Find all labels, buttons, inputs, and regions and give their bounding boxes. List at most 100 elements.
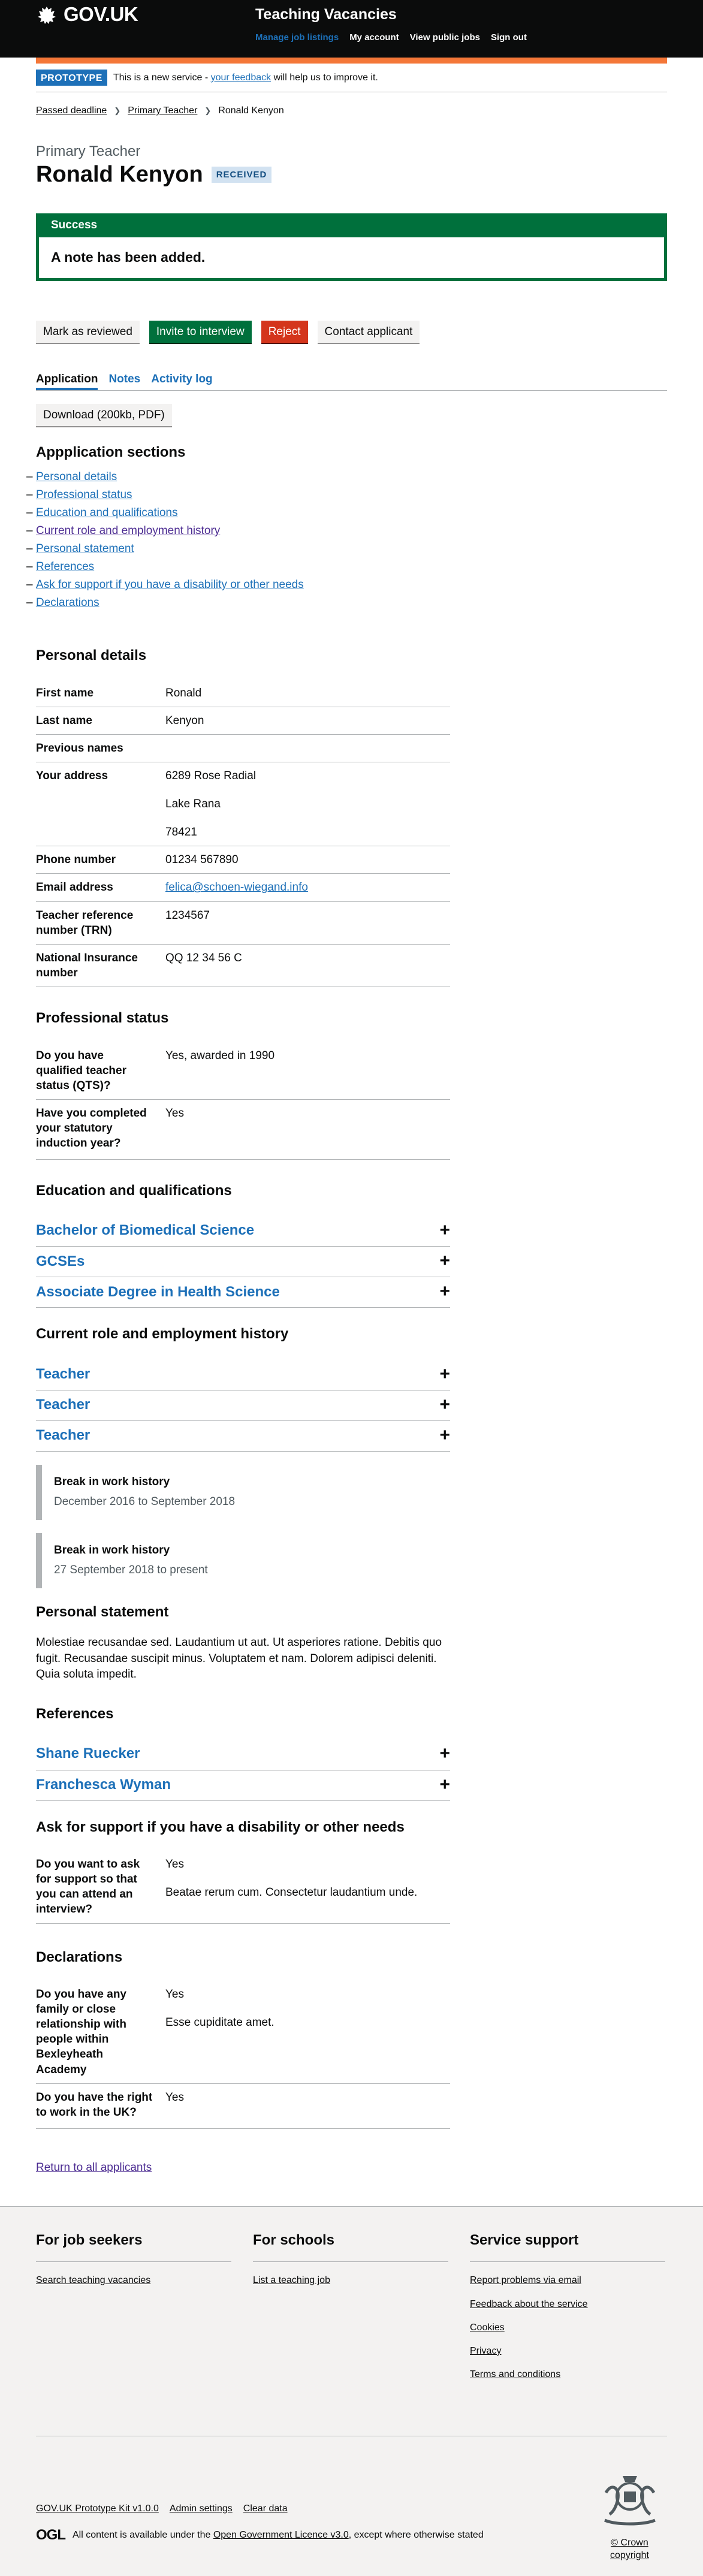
table-row: Your address 6289 Rose Radial Lake Rana … xyxy=(36,762,450,847)
list-item: Personal statement xyxy=(26,541,667,556)
accordion-title[interactable]: Teacher xyxy=(36,1395,90,1414)
previous-names-value xyxy=(165,741,450,756)
plus-icon[interactable]: + xyxy=(439,1252,450,1270)
accordion-section[interactable]: Shane Ruecker + xyxy=(36,1739,450,1770)
phone-value: 01234 567890 xyxy=(165,853,239,867)
table-row: Last name Kenyon xyxy=(36,707,450,735)
accordion-title[interactable]: Bachelor of Biomedical Science xyxy=(36,1221,254,1240)
govuk-logo[interactable]: GOV.UK xyxy=(36,1,138,28)
site-footer: For job seekers Search teaching vacancie… xyxy=(0,2206,703,2576)
break-dates: December 2016 to September 2018 xyxy=(54,1495,236,1509)
list-item: Professional status xyxy=(26,487,667,502)
plus-icon[interactable]: + xyxy=(439,1396,450,1414)
break-dates: 27 September 2018 to present xyxy=(54,1564,208,1577)
personal-details-heading: Personal details xyxy=(36,647,147,664)
address-line-2: Lake Rana xyxy=(165,798,221,811)
clear-data-link[interactable]: Clear data xyxy=(243,2502,288,2515)
invite-to-interview-button[interactable]: Invite to interview xyxy=(149,320,252,343)
trn-label: Teacher reference number (TRN) xyxy=(36,909,134,937)
accordion-title[interactable]: Associate Degree in Health Science xyxy=(36,1283,280,1302)
tab-application[interactable]: Application xyxy=(36,372,98,390)
education-heading: Education and qualifications xyxy=(36,1182,232,1199)
plus-icon[interactable]: + xyxy=(439,1283,450,1301)
footer-link[interactable]: List a teaching job xyxy=(253,2275,330,2285)
personal-statement-heading: Personal statement xyxy=(36,1604,169,1621)
trn-value: 1234567 xyxy=(165,909,210,922)
accordion-section[interactable]: Teacher + xyxy=(36,1390,450,1420)
section-link-professional-status[interactable]: Professional status xyxy=(36,488,132,501)
crown-copyright-link[interactable]: © Crown copyright xyxy=(592,2536,667,2562)
list-item: Declarations xyxy=(26,595,667,610)
footer-link[interactable]: Privacy xyxy=(470,2346,501,2356)
accordion-title[interactable]: Shane Ruecker xyxy=(36,1744,140,1763)
nav-view-public-jobs[interactable]: View public jobs xyxy=(410,32,480,44)
section-link-declarations[interactable]: Declarations xyxy=(36,596,99,609)
accordion-section[interactable]: GCSEs + xyxy=(36,1246,450,1277)
accordion-section[interactable]: Associate Degree in Health Science + xyxy=(36,1277,450,1307)
breadcrumb-primary-teacher[interactable]: Primary Teacher xyxy=(128,104,197,117)
footer-link[interactable]: Terms and conditions xyxy=(470,2369,560,2379)
table-row: National Insurance number QQ 12 34 56 C xyxy=(36,945,450,987)
service-name[interactable]: Teaching Vacancies xyxy=(255,5,397,25)
download-pdf-button[interactable]: Download (200kb, PDF) xyxy=(36,403,172,426)
section-link-personal-details[interactable]: Personal details xyxy=(36,470,117,483)
email-link[interactable]: felica@schoen-wiegand.info xyxy=(165,881,308,894)
tab-activity-log[interactable]: Activity log xyxy=(151,372,212,390)
section-link-references[interactable]: References xyxy=(36,560,94,573)
reject-button[interactable]: Reject xyxy=(261,320,308,343)
plus-icon[interactable]: + xyxy=(439,1426,450,1444)
address-value: 6289 Rose Radial Lake Rana 78421 xyxy=(165,768,450,840)
footer-link[interactable]: Search teaching vacancies xyxy=(36,2275,150,2285)
licence-text-before: All content is available under the xyxy=(73,2530,213,2541)
accordion-section[interactable]: Bachelor of Biomedical Science + xyxy=(36,1215,450,1246)
support-answer: Yes xyxy=(165,1858,184,1871)
crest-area: © Crown copyright xyxy=(592,2469,667,2562)
section-link-support[interactable]: Ask for support if you have a disability… xyxy=(36,578,304,591)
qts-label: Do you have qualified teacher status (QT… xyxy=(36,1049,126,1092)
breadcrumb-passed-deadline[interactable]: Passed deadline xyxy=(36,104,107,117)
tab-notes[interactable]: Notes xyxy=(108,372,140,390)
nav-sign-out[interactable]: Sign out xyxy=(491,32,527,44)
footer-link[interactable]: Feedback about the service xyxy=(470,2299,588,2309)
footer-link[interactable]: Cookies xyxy=(470,2322,505,2333)
section-link-personal-statement[interactable]: Personal statement xyxy=(36,542,134,555)
nav-my-account[interactable]: My account xyxy=(349,32,399,44)
footer-link[interactable]: Report problems via email xyxy=(470,2275,581,2285)
nav-manage-job-listings[interactable]: Manage job listings xyxy=(255,32,339,44)
plus-icon[interactable]: + xyxy=(439,1221,450,1239)
plus-icon[interactable]: + xyxy=(439,1775,450,1794)
accordion-section[interactable]: Teacher + xyxy=(36,1420,450,1451)
phase-text: This is a new service - your feedback wi… xyxy=(113,71,378,84)
phase-text-before: This is a new service - xyxy=(113,73,211,83)
email-label: Email address xyxy=(36,881,113,894)
break-title: Break in work history xyxy=(54,1476,170,1489)
prototype-kit-link[interactable]: GOV.UK Prototype Kit v1.0.0 xyxy=(36,2502,159,2515)
declaration-question-1: Do you have any family or close relation… xyxy=(36,1988,126,2076)
licence-link[interactable]: Open Government Licence v3.0 xyxy=(213,2530,349,2540)
section-link-education[interactable]: Education and qualifications xyxy=(36,506,178,519)
accordion-title[interactable]: Franchesca Wyman xyxy=(36,1775,171,1794)
footer-licence: OGL All content is available under the O… xyxy=(36,2526,667,2545)
last-name-value: Kenyon xyxy=(165,714,204,727)
contact-applicant-button[interactable]: Contact applicant xyxy=(317,320,420,343)
personal-statement-text: Molestiae recusandae sed. Laudantium ut … xyxy=(36,1636,442,1681)
accordion-section[interactable]: Franchesca Wyman + xyxy=(36,1769,450,1800)
table-row: Do you have qualified teacher status (QT… xyxy=(36,1042,450,1100)
admin-settings-link[interactable]: Admin settings xyxy=(170,2502,233,2515)
first-name-value: Ronald xyxy=(165,686,202,699)
plus-icon[interactable]: + xyxy=(439,1745,450,1763)
main-content: Passed deadline ❯ Primary Teacher ❯ Rona… xyxy=(26,104,667,2175)
induction-value: Yes xyxy=(165,1106,184,1120)
accordion-title[interactable]: Teacher xyxy=(36,1426,90,1445)
mark-as-reviewed-button[interactable]: Mark as reviewed xyxy=(36,320,140,343)
accordion-section[interactable]: Teacher + xyxy=(36,1359,450,1390)
table-row: Teacher reference number (TRN) 1234567 xyxy=(36,902,450,945)
section-link-employment-history[interactable]: Current role and employment history xyxy=(36,524,220,537)
plus-icon[interactable]: + xyxy=(439,1365,450,1383)
references-heading: References xyxy=(36,1705,114,1722)
feedback-link[interactable]: your feedback xyxy=(211,73,271,83)
accordion-title[interactable]: GCSEs xyxy=(36,1252,85,1271)
royal-coat-of-arms-icon xyxy=(604,2475,656,2526)
return-to-applicants-link[interactable]: Return to all applicants xyxy=(36,2160,667,2175)
accordion-title[interactable]: Teacher xyxy=(36,1365,90,1384)
